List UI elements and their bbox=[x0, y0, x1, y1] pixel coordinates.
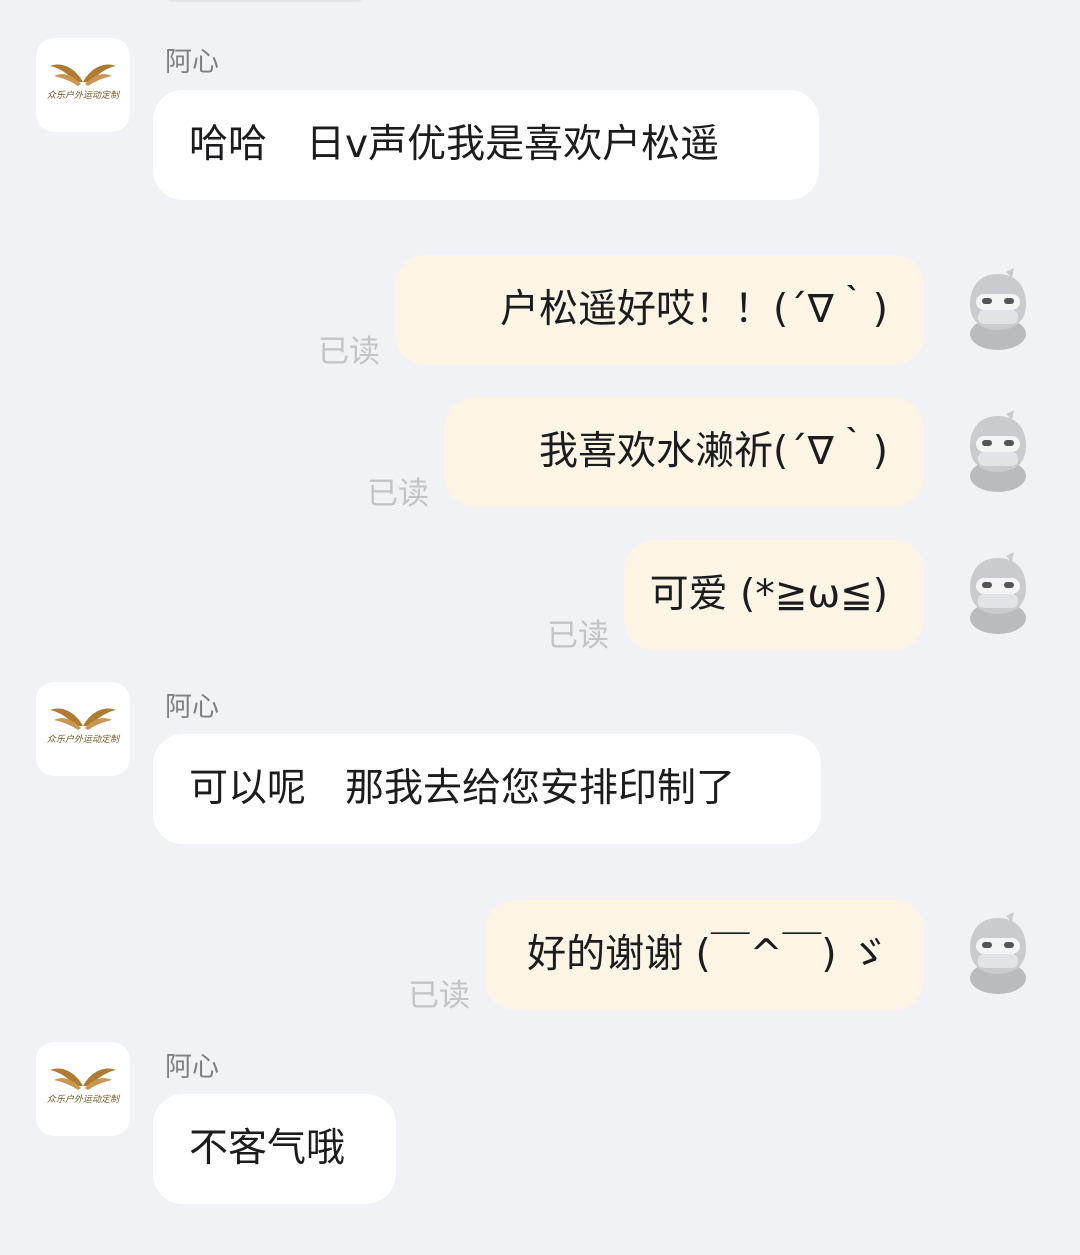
brand-wings-logo-icon bbox=[50, 64, 116, 86]
self-avatar-ninja-icon[interactable] bbox=[962, 410, 1034, 494]
brand-wings-logo-icon bbox=[50, 708, 116, 730]
outgoing-message-bubble[interactable]: 可爱 (*≧ω≦) bbox=[624, 540, 924, 650]
incoming-message-bubble[interactable]: 不客气哦 bbox=[153, 1094, 396, 1204]
brand-logo-text: 众乐户外运动定制 bbox=[46, 735, 119, 745]
brand-logo-text: 众乐户外运动定制 bbox=[46, 1095, 119, 1105]
outgoing-message-bubble[interactable]: 好的谢谢 (￣^￣) ゞ bbox=[485, 900, 924, 1010]
self-avatar-ninja-icon[interactable] bbox=[962, 552, 1034, 636]
read-status: 已读 bbox=[408, 978, 470, 1014]
outgoing-message-bubble[interactable]: 我喜欢水濑祈(´∇｀) bbox=[444, 397, 924, 507]
read-status: 已读 bbox=[367, 476, 429, 512]
brand-wings-logo-icon bbox=[50, 1068, 116, 1090]
previous-message-edge bbox=[165, 0, 365, 2]
sender-name: 阿心 bbox=[165, 1052, 219, 1083]
sender-name: 阿心 bbox=[165, 692, 219, 723]
contact-avatar[interactable]: 众乐户外运动定制 bbox=[36, 1042, 130, 1136]
contact-avatar[interactable]: 众乐户外运动定制 bbox=[36, 682, 130, 776]
self-avatar-ninja-icon[interactable] bbox=[962, 268, 1034, 352]
contact-avatar[interactable]: 众乐户外运动定制 bbox=[36, 38, 130, 132]
incoming-message-bubble[interactable]: 可以呢 那我去给您安排印制了 bbox=[153, 734, 821, 844]
brand-logo-text: 众乐户外运动定制 bbox=[46, 91, 119, 101]
sender-name: 阿心 bbox=[165, 47, 219, 78]
incoming-message-bubble[interactable]: 哈哈 日v声优我是喜欢户松遥 bbox=[153, 90, 819, 200]
self-avatar-ninja-icon[interactable] bbox=[962, 912, 1034, 996]
read-status: 已读 bbox=[318, 334, 380, 370]
outgoing-message-bubble[interactable]: 户松遥好哎！！(´∇｀) bbox=[395, 255, 924, 365]
read-status: 已读 bbox=[547, 618, 609, 654]
